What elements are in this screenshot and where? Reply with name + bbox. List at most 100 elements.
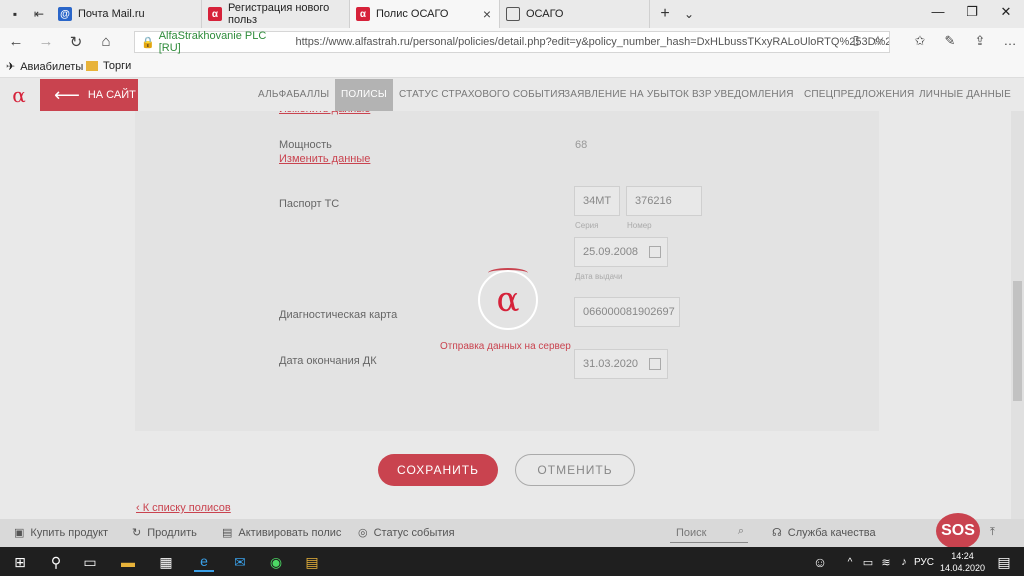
- document-app-icon[interactable]: ▤: [302, 552, 322, 572]
- nav-policies[interactable]: ПОЛИСЫ: [335, 79, 393, 111]
- windows-start-icon[interactable]: ⊞: [10, 552, 30, 572]
- issue-date-input[interactable]: 25.09.2008: [574, 237, 668, 267]
- dk-end-date-input[interactable]: 31.03.2020: [574, 349, 668, 379]
- bookmark-auctions[interactable]: Торги: [86, 60, 131, 72]
- tray-chevron-icon[interactable]: ^: [840, 552, 860, 572]
- browser-titlebar: ▪ ⇤ @ Почта Mail.ru α Регистрация нового…: [0, 0, 1024, 28]
- loader-spinner-arc: [488, 268, 528, 278]
- folder-icon: [86, 61, 98, 71]
- notifications-icon[interactable]: ▤: [994, 552, 1014, 572]
- site-nav: α ⟵ НА САЙТ АЛЬФАБАЛЛЫ ПОЛИСЫ СТАТУС СТР…: [0, 79, 1024, 111]
- alfa-logo-icon[interactable]: α: [8, 84, 30, 106]
- mail-icon[interactable]: ✉: [230, 552, 250, 572]
- task-view-icon[interactable]: ▭: [80, 552, 100, 572]
- passport-label: Паспорт ТС: [279, 198, 340, 210]
- nav-notifications[interactable]: УВЕДОМЛЕНИЯ: [714, 79, 794, 111]
- share-icon[interactable]: ⇪: [970, 33, 990, 49]
- number-hint: Номер: [627, 221, 652, 230]
- battery-icon[interactable]: ▭: [858, 552, 878, 572]
- dk-end-date-label: Дата окончания ДК: [279, 355, 377, 367]
- footer-search-input[interactable]: Поиск ⌕: [670, 523, 748, 543]
- extend-button[interactable]: ↻ Продлить: [132, 526, 197, 540]
- more-icon[interactable]: …: [1000, 33, 1020, 48]
- check-circle-icon: ◎: [358, 527, 368, 539]
- tab-label: Почта Mail.ru: [78, 8, 145, 20]
- tab-osago[interactable]: ОСАГО: [500, 0, 650, 28]
- page-scrollbar[interactable]: [1011, 111, 1024, 519]
- close-window-icon[interactable]: ✕: [996, 4, 1016, 20]
- sos-button[interactable]: SOS: [936, 513, 980, 549]
- url-input[interactable]: 🔒 AlfaStrakhovanie PLC [RU] https://www.…: [134, 30, 890, 54]
- tab-mail[interactable]: @ Почта Mail.ru: [52, 0, 202, 28]
- quality-service-button[interactable]: ☊ Служба качества: [772, 526, 876, 540]
- address-bar: ← → ↻ ⌂ 🔒 AlfaStrakhovanie PLC [RU] http…: [0, 28, 1024, 56]
- refresh-icon[interactable]: ↻: [66, 33, 86, 51]
- scroll-top-icon[interactable]: ⤒: [990, 526, 995, 539]
- plane-icon: ✈: [6, 61, 16, 73]
- tab-registration[interactable]: α Регистрация нового польз: [202, 0, 350, 28]
- nav-personal-data[interactable]: ЛИЧНЫЕ ДАННЫЕ: [919, 79, 1011, 111]
- certificate-label[interactable]: AlfaStrakhovanie PLC [RU]: [159, 30, 290, 54]
- calendar-icon[interactable]: [649, 246, 661, 258]
- people-icon[interactable]: ☺: [810, 552, 830, 572]
- document-icon: ▤: [222, 527, 233, 539]
- whatsapp-icon[interactable]: ◉: [266, 552, 286, 572]
- event-status-button[interactable]: ◎ Статус события: [358, 526, 455, 540]
- maximize-icon[interactable]: ❐: [962, 4, 982, 20]
- search-icon[interactable]: ⌕: [738, 525, 744, 538]
- passport-series-input[interactable]: 34МТ: [574, 186, 620, 216]
- power-label: Мощность: [279, 139, 332, 151]
- arrow-left-icon: ⟵: [54, 84, 80, 105]
- search-icon[interactable]: ⚲: [46, 552, 66, 572]
- nav-special-offers[interactable]: СПЕЦПРЕДЛОЖЕНИЯ: [804, 79, 914, 111]
- activate-policy-button[interactable]: ▤ Активировать полис: [222, 526, 341, 540]
- calendar-icon[interactable]: [649, 358, 661, 370]
- back-to-policies-link[interactable]: ‹ К списку полисов: [136, 502, 231, 514]
- scrollbar-thumb[interactable]: [1013, 281, 1022, 401]
- new-tab-icon[interactable]: +: [656, 5, 674, 23]
- tab-label: Полис ОСАГО: [376, 8, 449, 20]
- chevron-down-icon[interactable]: ⌄: [680, 5, 698, 23]
- language-indicator[interactable]: РУС: [914, 552, 934, 572]
- buy-product-button[interactable]: ▣ Купить продукт: [14, 526, 108, 540]
- favorite-star-icon[interactable]: ☆: [868, 33, 888, 49]
- close-icon[interactable]: ×: [483, 6, 491, 22]
- forward-arrow-icon[interactable]: →: [36, 33, 56, 50]
- passport-number-input[interactable]: 376216: [626, 186, 702, 216]
- headset-icon: ☊: [772, 527, 782, 539]
- wifi-icon[interactable]: ≋: [876, 552, 896, 572]
- volume-icon[interactable]: ♪: [894, 552, 914, 572]
- page-icon: [506, 7, 520, 21]
- file-explorer-icon[interactable]: ▬: [118, 552, 138, 572]
- change-data-link[interactable]: Изменить данные: [279, 153, 370, 165]
- refresh-icon: ↻: [132, 527, 142, 539]
- home-icon[interactable]: ⌂: [96, 33, 116, 50]
- save-button[interactable]: СОХРАНИТЬ: [378, 454, 498, 486]
- nav-loss-claim[interactable]: ЗАЯВЛЕНИЕ НА УБЫТОК ВЗР: [564, 79, 712, 111]
- tab-label: Регистрация нового польз: [228, 2, 330, 26]
- back-to-site-button[interactable]: ⟵ НА САЙТ: [40, 79, 138, 111]
- pen-icon[interactable]: ✎: [940, 33, 960, 49]
- alfa-loader-icon: α: [478, 270, 538, 330]
- power-value: 68: [575, 139, 588, 151]
- windows-taskbar: ⊞ ⚲ ▭ ▬ ▦ e ✉ ◉ ▤ ☺ ^ ▭ ≋ ♪ РУС 14:24 14…: [0, 547, 1024, 576]
- store-icon[interactable]: ▦: [156, 552, 176, 572]
- tab-aside-icon[interactable]: ⇤: [30, 5, 48, 23]
- tab-actions-icon[interactable]: ▪: [6, 5, 24, 23]
- nav-alfaballs[interactable]: АЛЬФАБАЛЛЫ: [258, 79, 329, 111]
- cancel-button[interactable]: ОТМЕНИТЬ: [515, 454, 635, 486]
- diagnostic-card-input[interactable]: 066000081902697: [574, 297, 680, 327]
- reading-view-icon[interactable]: ▯: [846, 33, 866, 47]
- minimize-icon[interactable]: —: [928, 4, 948, 19]
- back-arrow-icon[interactable]: ←: [6, 33, 26, 50]
- tab-osago-policy[interactable]: α Полис ОСАГО ×: [350, 0, 500, 28]
- system-clock[interactable]: 14:24 14.04.2020: [940, 550, 985, 574]
- cart-icon: ▣: [14, 527, 25, 539]
- bookmark-flights[interactable]: ✈ Авиабилеты: [6, 60, 83, 74]
- alfa-icon: α: [356, 7, 370, 21]
- nav-claim-status[interactable]: СТАТУС СТРАХОВОГО СОБЫТИЯ: [399, 79, 565, 111]
- diagnostic-card-label: Диагностическая карта: [279, 309, 398, 321]
- edge-browser-icon[interactable]: e: [194, 552, 214, 572]
- favorites-icon[interactable]: ✩: [910, 33, 930, 49]
- url-text: https://www.alfastrah.ru/personal/polici…: [295, 36, 889, 48]
